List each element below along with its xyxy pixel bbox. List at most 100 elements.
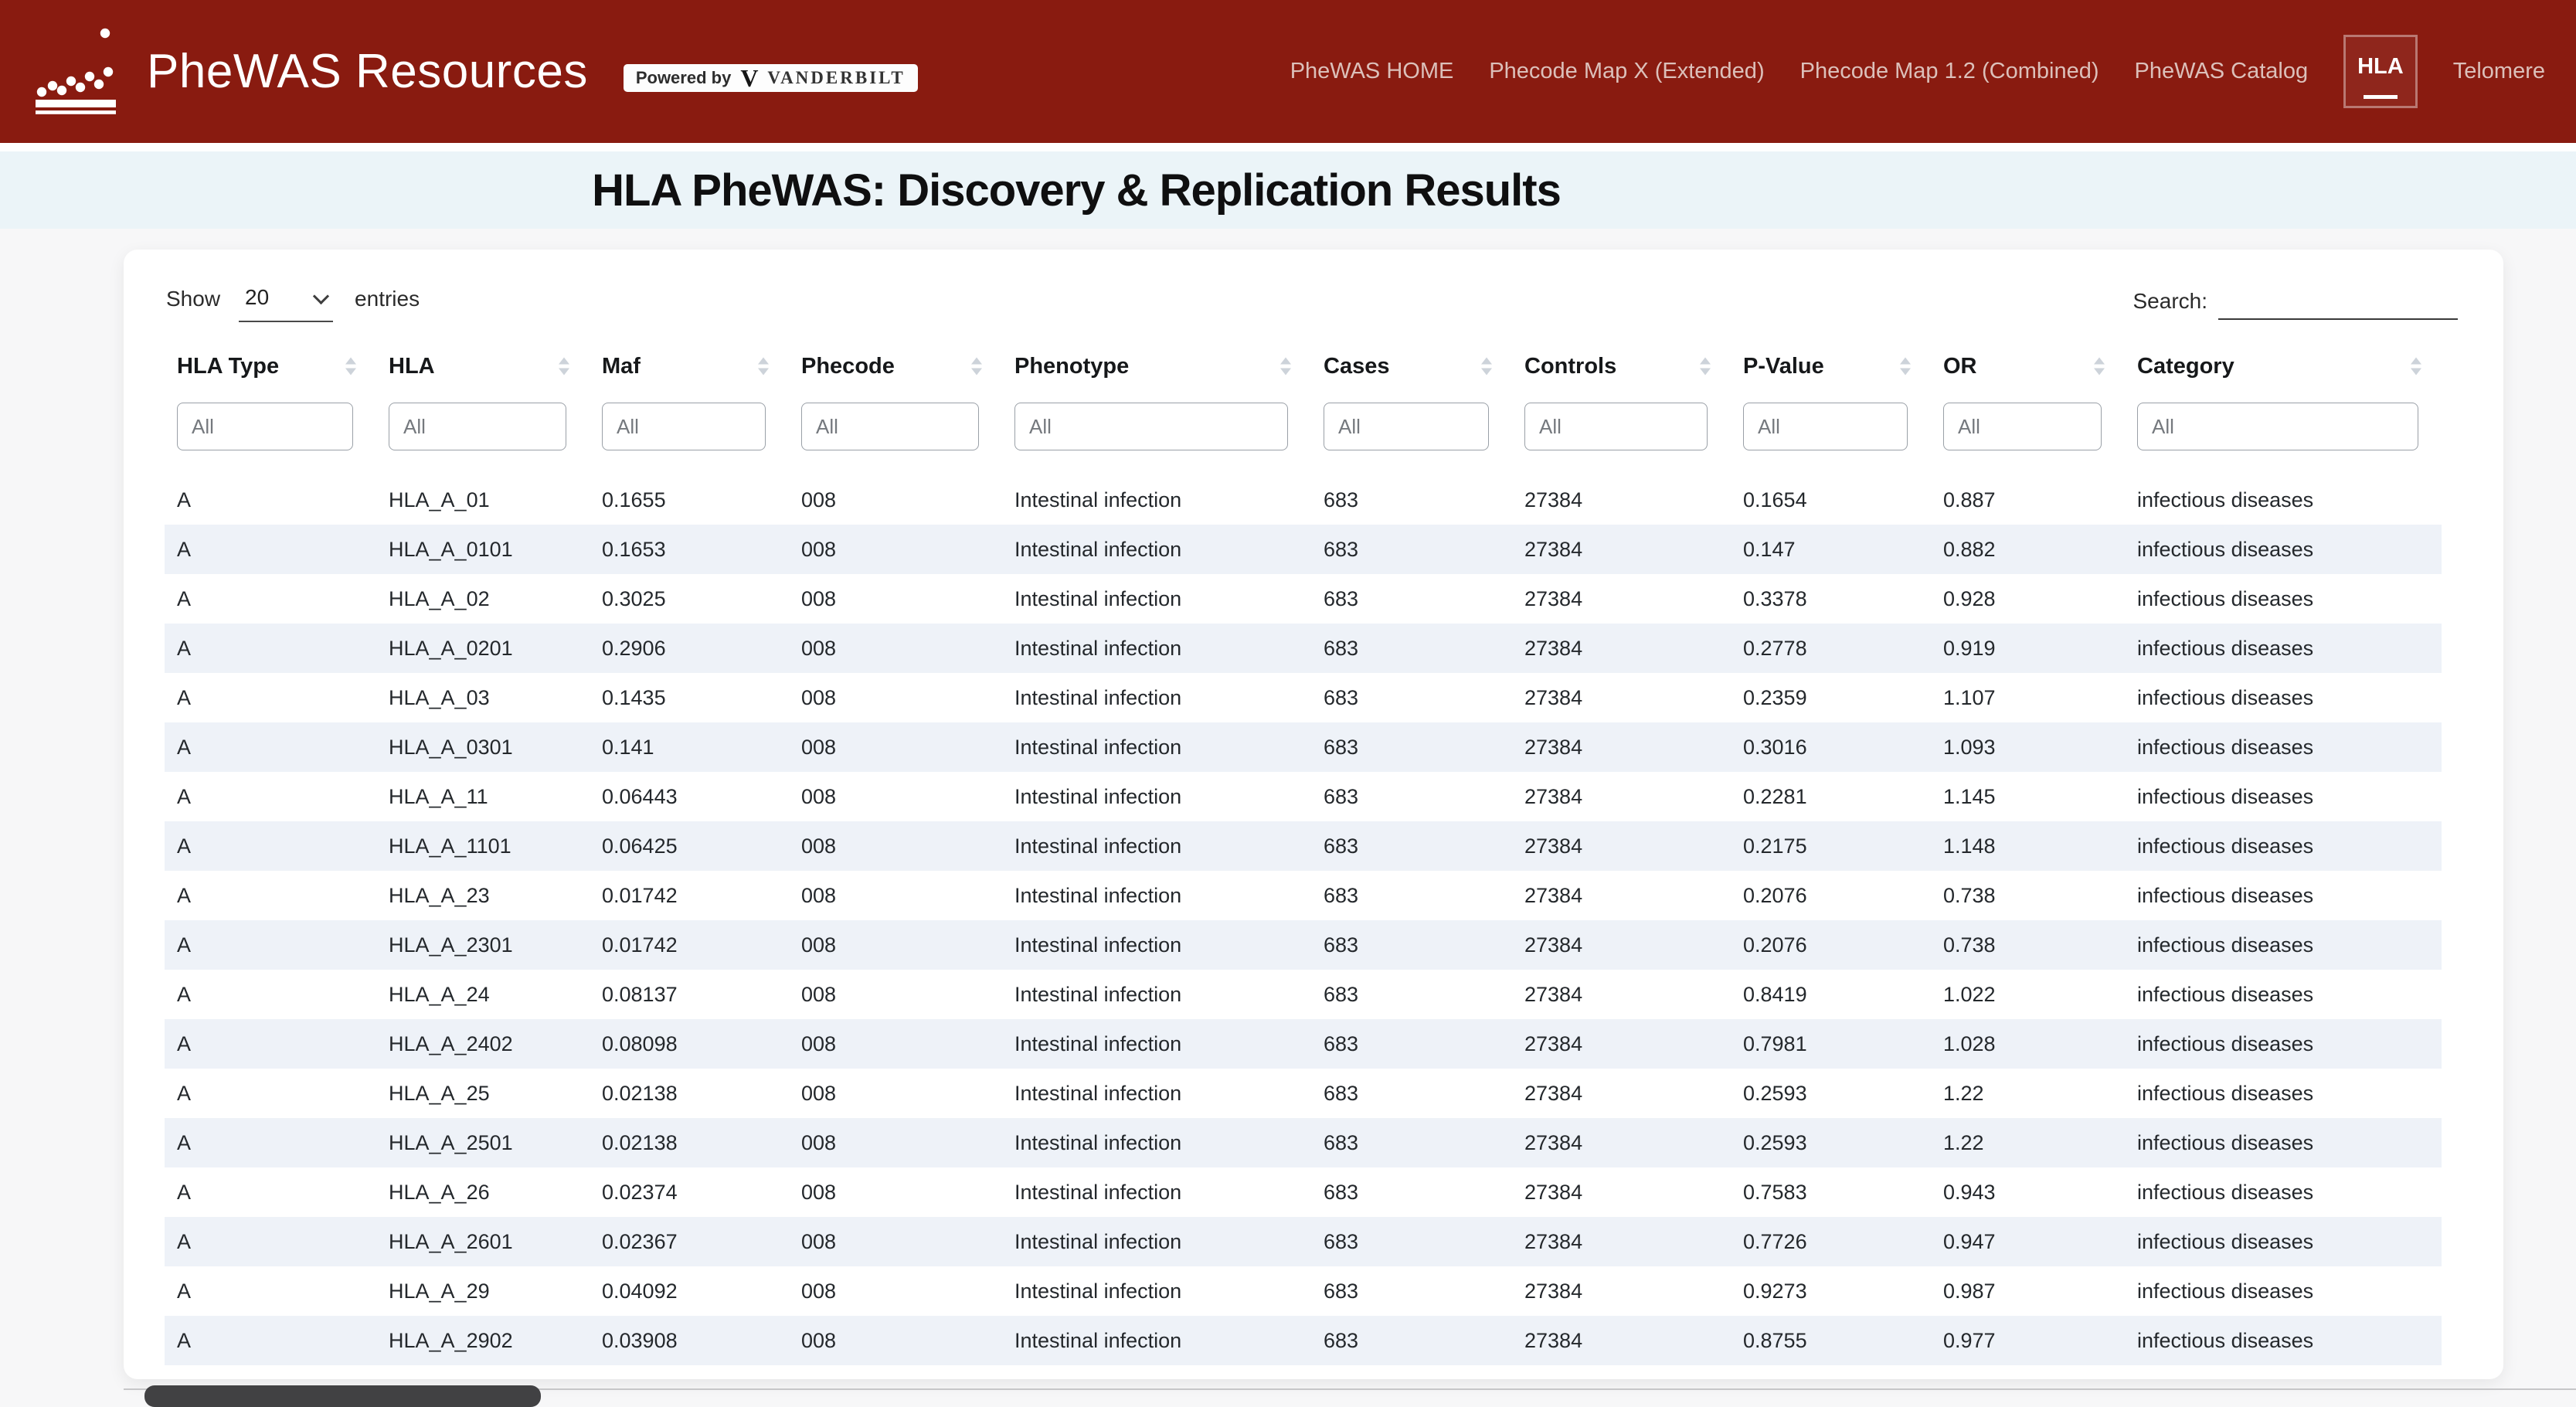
- nav-item-label: PheWAS Catalog: [2135, 59, 2309, 84]
- table-cell: A: [165, 1069, 376, 1118]
- nav-item-phewas-home[interactable]: PheWAS HOME: [1290, 59, 1454, 84]
- table-cell: Intestinal infection: [1002, 1167, 1311, 1217]
- powered-by-label: Powered by: [636, 68, 731, 88]
- sort-arrows-icon: [1280, 358, 1291, 376]
- table-cell: 0.02138: [590, 1069, 789, 1118]
- table-cell: 0.7726: [1731, 1217, 1931, 1266]
- table-cell: Intestinal infection: [1002, 821, 1311, 871]
- nav-item-label: Phecode Map 1.2 (Combined): [1800, 59, 2099, 84]
- table-cell: 008: [789, 871, 1002, 920]
- column-filter-input[interactable]: [177, 403, 353, 450]
- table-cell: 27384: [1512, 574, 1731, 624]
- table-cell: infectious diseases: [2125, 722, 2442, 772]
- column-filter-input[interactable]: [1324, 403, 1489, 450]
- table-cell: Intestinal infection: [1002, 772, 1311, 821]
- table-cell: A: [165, 920, 376, 970]
- table-cell: 683: [1311, 574, 1512, 624]
- table-cell: infectious diseases: [2125, 1069, 2442, 1118]
- table-cell: infectious diseases: [2125, 920, 2442, 970]
- table-cell: infectious diseases: [2125, 673, 2442, 722]
- column-filter-input[interactable]: [602, 403, 766, 450]
- filter-cell: [1931, 395, 2125, 475]
- column-header-label: Cases: [1324, 354, 1389, 379]
- site-header: PheWAS Resources Powered by V VANDERBILT…: [0, 0, 2576, 143]
- horizontal-scrollbar-thumb[interactable]: [144, 1385, 541, 1407]
- table-row: AHLA_A_25010.02138008Intestinal infectio…: [165, 1118, 2442, 1167]
- column-header-label: Category: [2137, 354, 2234, 379]
- table-row: AHLA_A_26010.02367008Intestinal infectio…: [165, 1217, 2442, 1266]
- column-filter-input[interactable]: [1524, 403, 1708, 450]
- column-header[interactable]: HLA Type: [165, 338, 376, 395]
- column-filter-input[interactable]: [1743, 403, 1908, 450]
- table-cell: 008: [789, 1217, 1002, 1266]
- page-length-control: Show 20 entries: [166, 282, 420, 322]
- column-filter-input[interactable]: [389, 403, 566, 450]
- table-cell: 0.02374: [590, 1167, 789, 1217]
- table-cell: 1.107: [1931, 673, 2125, 722]
- table-cell: 683: [1311, 871, 1512, 920]
- table-cell: 683: [1311, 1316, 1512, 1365]
- table-cell: 683: [1311, 1167, 1512, 1217]
- table-cell: 008: [789, 920, 1002, 970]
- table-cell: 0.1653: [590, 525, 789, 574]
- table-cell: A: [165, 722, 376, 772]
- table-cell: 0.8419: [1731, 970, 1931, 1019]
- nav-item-phecode-map-1-2-combined-[interactable]: Phecode Map 1.2 (Combined): [1800, 59, 2099, 84]
- table-cell: Intestinal infection: [1002, 1069, 1311, 1118]
- nav-item-hla[interactable]: HLA: [2343, 35, 2418, 108]
- column-filter-input[interactable]: [801, 403, 979, 450]
- table-cell: A: [165, 970, 376, 1019]
- title-band: HLA PheWAS: Discovery & Replication Resu…: [0, 151, 2576, 229]
- table-cell: 0.03908: [590, 1316, 789, 1365]
- column-header[interactable]: Phecode: [789, 338, 1002, 395]
- nav-item-telomere[interactable]: Telomere: [2453, 59, 2545, 84]
- table-cell: 008: [789, 475, 1002, 525]
- nav-item-phewas-catalog[interactable]: PheWAS Catalog: [2135, 59, 2309, 84]
- brand-group: PheWAS Resources Powered by V VANDERBILT: [32, 29, 918, 114]
- table-cell: A: [165, 673, 376, 722]
- sort-arrows-icon: [1700, 358, 1711, 376]
- vanderbilt-badge[interactable]: Powered by V VANDERBILT: [624, 64, 918, 92]
- table-cell: 683: [1311, 624, 1512, 673]
- nav-item-phecode-map-x-extended-[interactable]: Phecode Map X (Extended): [1489, 59, 1764, 84]
- table-cell: 683: [1311, 673, 1512, 722]
- table-cell: 0.882: [1931, 525, 2125, 574]
- table-cell: Intestinal infection: [1002, 1019, 1311, 1069]
- nav-item-label: Telomere: [2453, 59, 2545, 84]
- table-row: AHLA_A_230.01742008Intestinal infection6…: [165, 871, 2442, 920]
- active-tab-underline: [2364, 95, 2398, 99]
- column-header[interactable]: HLA: [376, 338, 590, 395]
- table-cell: HLA_A_02: [376, 574, 590, 624]
- column-header[interactable]: Phenotype: [1002, 338, 1311, 395]
- column-header[interactable]: P-Value: [1731, 338, 1931, 395]
- column-header[interactable]: Maf: [590, 338, 789, 395]
- sort-arrows-icon: [559, 358, 569, 376]
- phewas-logo-icon: [32, 23, 119, 114]
- table-cell: 0.2175: [1731, 821, 1931, 871]
- table-row: AHLA_A_11010.06425008Intestinal infectio…: [165, 821, 2442, 871]
- filter-cell: [1002, 395, 1311, 475]
- table-cell: 0.977: [1931, 1316, 2125, 1365]
- column-filter-input[interactable]: [2137, 403, 2418, 450]
- table-cell: 0.8755: [1731, 1316, 1931, 1365]
- column-header[interactable]: OR: [1931, 338, 2125, 395]
- column-header[interactable]: Category: [2125, 338, 2442, 395]
- table-cell: 0.947: [1931, 1217, 2125, 1266]
- table-cell: infectious diseases: [2125, 1118, 2442, 1167]
- table-cell: 008: [789, 1069, 1002, 1118]
- table-cell: 0.141: [590, 722, 789, 772]
- column-header[interactable]: Cases: [1311, 338, 1512, 395]
- search-input[interactable]: [2218, 284, 2458, 320]
- table-cell: 0.1654: [1731, 475, 1931, 525]
- table-cell: infectious diseases: [2125, 871, 2442, 920]
- column-filter-input[interactable]: [1014, 403, 1288, 450]
- table-cell: HLA_A_2301: [376, 920, 590, 970]
- column-header[interactable]: Controls: [1512, 338, 1731, 395]
- page-length-select[interactable]: 20: [239, 282, 333, 322]
- table-cell: 008: [789, 1118, 1002, 1167]
- table-cell: 0.02367: [590, 1217, 789, 1266]
- table-cell: HLA_A_03: [376, 673, 590, 722]
- table-cell: 0.2906: [590, 624, 789, 673]
- table-row: AHLA_A_290.04092008Intestinal infection6…: [165, 1266, 2442, 1316]
- column-filter-input[interactable]: [1943, 403, 2102, 450]
